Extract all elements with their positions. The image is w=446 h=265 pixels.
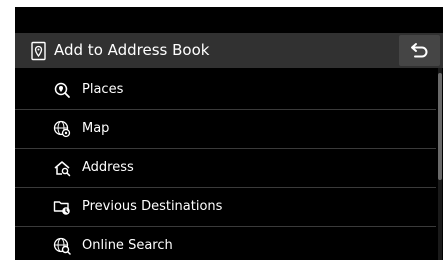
menu-item-online-search[interactable]: Online Search [15, 227, 436, 265]
menu-item-label: Previous Destinations [82, 199, 223, 214]
online-search-globe-icon [53, 237, 71, 255]
menu-item-label: Places [82, 82, 124, 97]
menu-item-previous-destinations[interactable]: Previous Destinations [15, 188, 436, 227]
menu-item-map[interactable]: Map [15, 110, 436, 149]
menu-item-places[interactable]: Places [15, 71, 436, 110]
menu-item-label: Address [82, 160, 134, 175]
scrollbar[interactable] [438, 68, 442, 260]
page-title: Add to Address Book [54, 41, 210, 59]
navigation-screen: Add to Address Book Places Map Address P… [15, 7, 443, 260]
back-arrow-icon [411, 43, 428, 58]
menu-item-label: Map [82, 121, 110, 136]
places-search-icon [53, 81, 71, 99]
menu-item-address[interactable]: Address [15, 149, 436, 188]
title-bar: Add to Address Book [15, 33, 443, 68]
address-book-pin-icon [30, 41, 48, 61]
previous-destinations-folder-icon [53, 198, 71, 216]
address-house-icon [53, 159, 71, 177]
menu-item-label: Online Search [82, 238, 173, 253]
scrollbar-thumb[interactable] [438, 73, 442, 180]
back-button[interactable] [399, 35, 440, 66]
map-globe-icon [53, 120, 71, 138]
menu-list: Places Map Address Previous Destinations… [15, 71, 436, 265]
